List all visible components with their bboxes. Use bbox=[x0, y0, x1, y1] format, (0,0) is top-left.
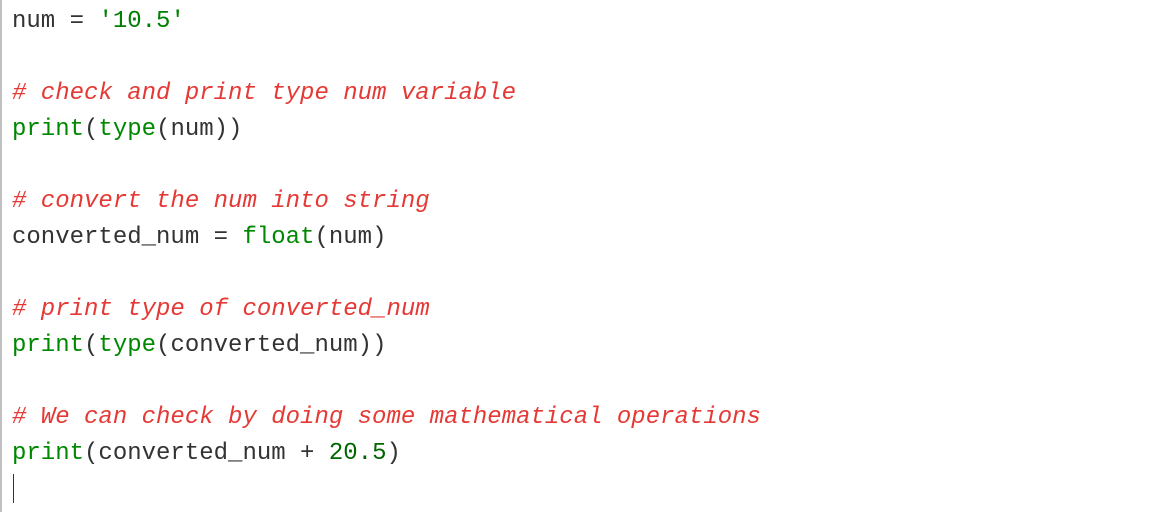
string-literal: '10.5' bbox=[98, 8, 184, 35]
code-line-10: print(type(converted_num)) bbox=[12, 328, 1176, 364]
variable-ref: converted_num bbox=[170, 332, 357, 359]
blank-line bbox=[12, 256, 1176, 292]
blank-line bbox=[12, 40, 1176, 76]
cursor-line bbox=[12, 472, 1176, 508]
builtin-print: print bbox=[12, 116, 84, 143]
paren: ( bbox=[84, 440, 98, 467]
paren: ( bbox=[156, 332, 170, 359]
code-line-13: print(converted_num + 20.5) bbox=[12, 436, 1176, 472]
code-line-9: # print type of converted_num bbox=[12, 292, 1176, 328]
comment: # print type of converted_num bbox=[12, 296, 430, 323]
blank-line bbox=[12, 148, 1176, 184]
paren: ( bbox=[156, 116, 170, 143]
builtin-type: type bbox=[98, 116, 156, 143]
builtin-float: float bbox=[242, 224, 314, 251]
builtin-print: print bbox=[12, 440, 84, 467]
paren: ( bbox=[84, 116, 98, 143]
builtin-print: print bbox=[12, 332, 84, 359]
code-editor[interactable]: num = '10.5' # check and print type num … bbox=[0, 0, 1176, 512]
variable-ref: converted_num bbox=[98, 440, 285, 467]
variable-name: num bbox=[12, 8, 55, 35]
paren: ( bbox=[314, 224, 328, 251]
paren: )) bbox=[358, 332, 387, 359]
code-line-4: print(type(num)) bbox=[12, 112, 1176, 148]
code-line-6: # convert the num into string bbox=[12, 184, 1176, 220]
code-line-3: # check and print type num variable bbox=[12, 76, 1176, 112]
paren: )) bbox=[214, 116, 243, 143]
assign-op: = bbox=[55, 8, 98, 35]
comment: # convert the num into string bbox=[12, 188, 430, 215]
assign-op: = bbox=[199, 224, 242, 251]
builtin-type: type bbox=[98, 332, 156, 359]
blank-line bbox=[12, 364, 1176, 400]
plus-op: + bbox=[286, 440, 329, 467]
code-line-1: num = '10.5' bbox=[12, 4, 1176, 40]
number-literal: 20.5 bbox=[329, 440, 387, 467]
comment: # We can check by doing some mathematica… bbox=[12, 404, 761, 431]
paren: ) bbox=[372, 224, 386, 251]
code-line-7: converted_num = float(num) bbox=[12, 220, 1176, 256]
text-cursor bbox=[13, 474, 14, 503]
code-line-12: # We can check by doing some mathematica… bbox=[12, 400, 1176, 436]
paren: ) bbox=[386, 440, 400, 467]
comment: # check and print type num variable bbox=[12, 80, 516, 107]
variable-name: converted_num bbox=[12, 224, 199, 251]
paren: ( bbox=[84, 332, 98, 359]
variable-ref: num bbox=[329, 224, 372, 251]
variable-ref: num bbox=[170, 116, 213, 143]
